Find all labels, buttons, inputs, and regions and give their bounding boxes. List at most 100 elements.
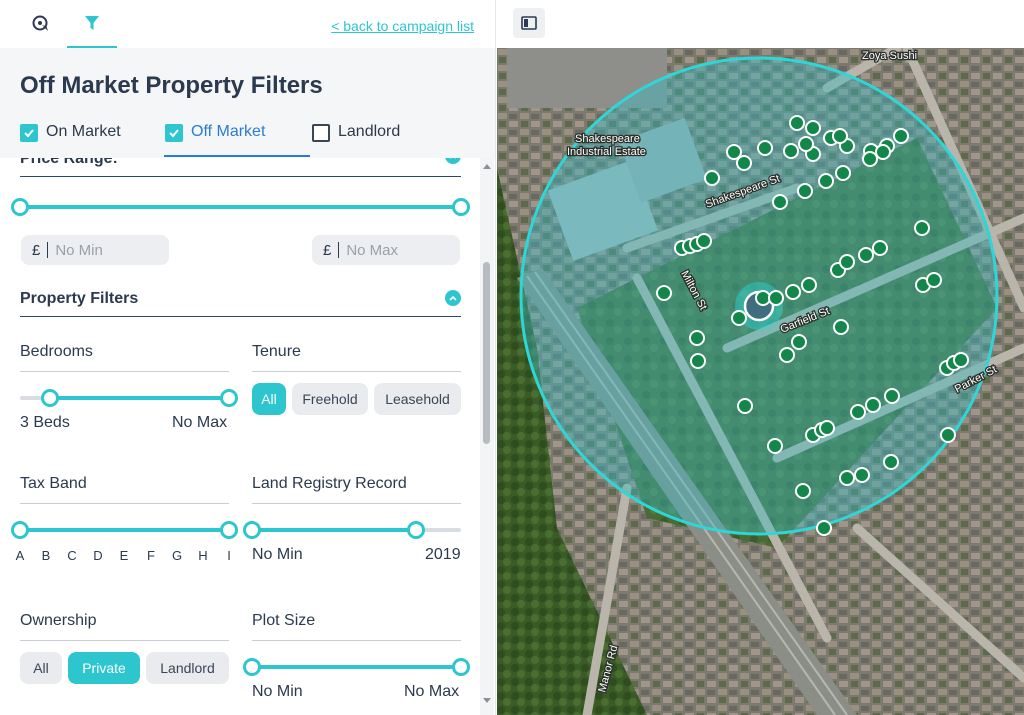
back-to-campaign-link[interactable]: < back to campaign list (331, 18, 474, 34)
property-marker[interactable] (839, 254, 855, 270)
property-marker[interactable] (783, 143, 799, 159)
property-marker[interactable] (768, 290, 784, 306)
price-max-handle[interactable] (452, 198, 470, 216)
tenure-leasehold-button[interactable]: Leasehold (374, 383, 461, 415)
property-marker[interactable] (914, 220, 930, 236)
bedrooms-min-handle[interactable] (41, 389, 59, 407)
property-marker[interactable] (819, 420, 835, 436)
price-min-handle[interactable] (11, 198, 29, 216)
property-marker[interactable] (795, 483, 811, 499)
plot-size-max-handle[interactable] (452, 658, 470, 676)
property-marker[interactable] (854, 467, 870, 483)
panel-header: Off Market Property Filters On Market Of… (0, 48, 495, 158)
tax-band-min-handle[interactable] (11, 521, 29, 539)
property-marker[interactable] (757, 140, 773, 156)
land-registry-max-handle[interactable] (407, 521, 425, 539)
tax-band-max-handle[interactable] (220, 521, 238, 539)
tab-radius[interactable] (16, 0, 66, 48)
land-registry-min-handle[interactable] (243, 521, 261, 539)
property-marker[interactable] (893, 128, 909, 144)
scrollbar-thumb[interactable] (483, 262, 490, 444)
satellite-map[interactable]: Zoya Sushi Shakespeare Industrial Estate … (497, 48, 1024, 715)
tab-filter[interactable] (67, 0, 117, 48)
property-marker[interactable] (779, 347, 795, 363)
property-marker[interactable] (731, 310, 747, 326)
property-marker[interactable] (884, 388, 900, 404)
checkbox-unchecked-icon[interactable] (312, 124, 330, 142)
price-min-field[interactable]: £ (21, 235, 169, 265)
price-range-heading[interactable]: Price Range: (20, 158, 461, 177)
ownership-private-button[interactable]: Private (68, 652, 140, 684)
property-marker[interactable] (865, 397, 881, 413)
scroll-down-icon[interactable] (483, 698, 491, 703)
tab-on-market[interactable]: On Market (20, 123, 121, 157)
property-marker[interactable] (953, 352, 969, 368)
tab-landlord-label: Landlord (338, 123, 401, 140)
property-marker[interactable] (696, 233, 712, 249)
property-marker[interactable] (816, 520, 832, 536)
property-marker[interactable] (883, 454, 899, 470)
price-range-slider[interactable] (11, 196, 470, 218)
scroll-up-icon[interactable] (483, 164, 491, 169)
plot-size-max-value: No Max (404, 683, 460, 700)
property-marker[interactable] (805, 120, 821, 136)
property-marker[interactable] (818, 173, 834, 189)
property-marker[interactable] (832, 128, 848, 144)
tax-band-slider[interactable] (11, 519, 238, 541)
property-marker[interactable] (850, 404, 866, 420)
price-max-input[interactable] (346, 241, 447, 259)
property-marker[interactable] (798, 136, 814, 152)
property-marker[interactable] (839, 470, 855, 486)
property-marker[interactable] (789, 115, 805, 131)
tab-off-market[interactable]: Off Market (164, 123, 310, 157)
tab-landlord[interactable]: Landlord (312, 123, 400, 157)
ownership-all-button[interactable]: All (20, 652, 62, 684)
property-marker[interactable] (767, 438, 783, 454)
map-label-industrial-estate: Shakespeare Industrial Estate (567, 133, 646, 158)
property-marker[interactable] (940, 427, 956, 443)
chevron-up-icon[interactable] (445, 290, 461, 306)
bedrooms-min-value: 3 Beds (20, 414, 70, 431)
plot-size-min-value: No Min (252, 683, 303, 700)
bedrooms-slider[interactable] (20, 387, 238, 409)
property-marker[interactable] (833, 319, 849, 335)
property-marker[interactable] (797, 183, 813, 199)
ownership-landlord-button[interactable]: Landlord (146, 652, 229, 684)
property-filters-heading[interactable]: Property Filters (20, 290, 461, 317)
property-marker[interactable] (772, 194, 788, 210)
sidebar-toggle-button[interactable] (513, 8, 545, 38)
property-marker[interactable] (835, 165, 851, 181)
property-marker[interactable] (791, 334, 807, 350)
chevron-up-icon[interactable] (445, 158, 461, 164)
tab-on-market-label: On Market (46, 123, 121, 140)
price-max-field[interactable]: £ (312, 235, 460, 265)
property-marker[interactable] (872, 240, 888, 256)
property-marker[interactable] (656, 285, 672, 301)
property-marker[interactable] (689, 330, 705, 346)
property-marker[interactable] (704, 170, 720, 186)
property-marker[interactable] (926, 272, 942, 288)
plot-size-min-handle[interactable] (243, 658, 261, 676)
property-marker[interactable] (755, 290, 771, 306)
checkbox-checked-icon[interactable] (20, 124, 38, 142)
property-marker[interactable] (801, 277, 817, 293)
property-marker[interactable] (862, 151, 878, 167)
property-marker[interactable] (858, 247, 874, 263)
bedrooms-max-handle[interactable] (220, 389, 238, 407)
land-registry-slider[interactable] (243, 519, 461, 541)
tenure-freehold-button[interactable]: Freehold (292, 383, 368, 415)
property-marker[interactable] (737, 398, 753, 414)
property-marker[interactable] (690, 353, 706, 369)
sidebar-icon (521, 16, 537, 30)
plot-size-slider[interactable] (243, 656, 470, 678)
tenure-all-button[interactable]: All (252, 383, 286, 415)
property-marker[interactable] (875, 144, 891, 160)
tab-off-market-label: Off Market (191, 123, 266, 140)
property-marker[interactable] (736, 155, 752, 171)
property-marker[interactable] (785, 284, 801, 300)
price-min-input[interactable] (55, 241, 156, 259)
checkbox-checked-icon[interactable] (165, 124, 183, 142)
map-canvas[interactable]: Zoya Sushi Shakespeare Industrial Estate … (497, 48, 1024, 715)
panel-scrollbar[interactable] (480, 158, 494, 715)
bedrooms-label: Bedrooms (20, 343, 229, 372)
